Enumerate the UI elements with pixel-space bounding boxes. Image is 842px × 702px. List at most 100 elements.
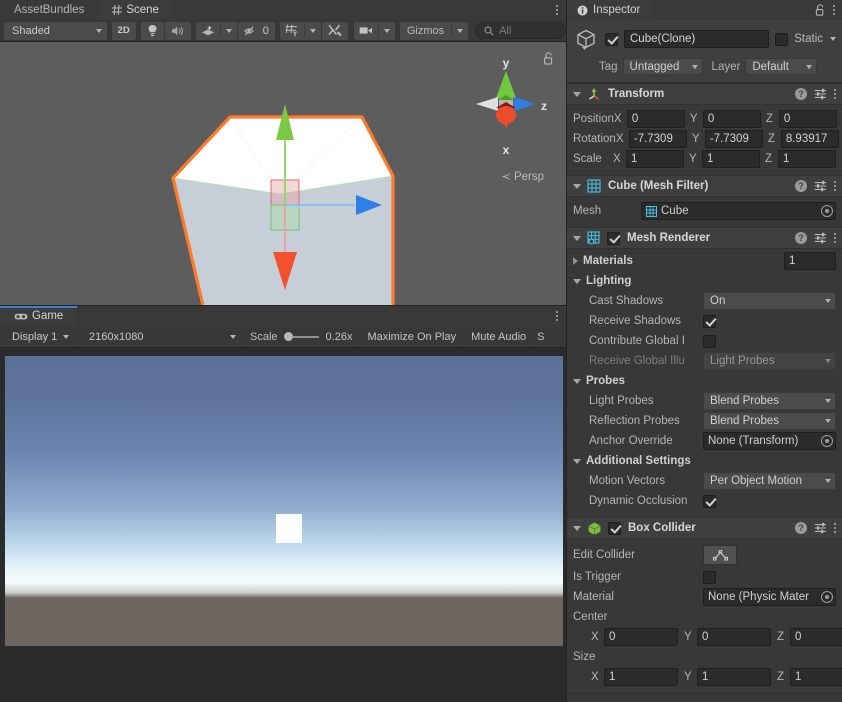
help-icon[interactable]: ? xyxy=(795,180,807,192)
shading-mode-dropdown[interactable]: Shaded xyxy=(4,21,107,40)
scene-audio-toggle[interactable] xyxy=(164,21,191,40)
foldout-icon[interactable] xyxy=(573,525,581,531)
inspector-menu-button[interactable] xyxy=(833,5,835,15)
foldout-icon[interactable] xyxy=(573,91,581,97)
component-header-transform[interactable]: Transform ? xyxy=(567,83,842,105)
toggle-2d-button[interactable]: 2D xyxy=(111,21,136,40)
help-icon[interactable]: ? xyxy=(795,232,807,244)
scene-grid-toggle[interactable] xyxy=(280,22,304,40)
edit-collider-button[interactable] xyxy=(703,545,737,565)
object-picker-icon[interactable] xyxy=(821,205,833,217)
reflection-probes-dropdown[interactable]: Blend Probes xyxy=(703,412,836,430)
scale-x-input[interactable]: 1 xyxy=(626,150,684,168)
component-menu-button[interactable] xyxy=(834,233,836,243)
component-menu-button[interactable] xyxy=(834,181,836,191)
center-x-input[interactable]: 0 xyxy=(604,628,678,646)
scene-cube-object[interactable] xyxy=(150,94,410,305)
tab-scene[interactable]: Scene xyxy=(98,0,173,20)
component-menu-button[interactable] xyxy=(834,89,836,99)
materials-row[interactable]: Materials 1 xyxy=(573,251,836,271)
object-picker-icon[interactable] xyxy=(821,435,833,447)
foldout-icon[interactable] xyxy=(573,235,581,241)
layer-dropdown[interactable]: Default xyxy=(745,58,818,75)
cast-shadows-dropdown[interactable]: On xyxy=(703,292,836,310)
game-viewport[interactable] xyxy=(0,348,566,702)
preset-icon[interactable] xyxy=(814,522,827,534)
is-trigger-checkbox[interactable] xyxy=(703,570,716,584)
size-x-input[interactable]: 1 xyxy=(604,668,678,686)
position-y-input[interactable]: 0 xyxy=(702,110,761,128)
component-menu-button[interactable] xyxy=(834,523,836,533)
game-tab-menu-button[interactable] xyxy=(548,306,566,326)
size-z-input[interactable]: 1 xyxy=(790,668,842,686)
box-collider-enabled-checkbox[interactable] xyxy=(608,521,621,535)
position-z-input[interactable]: 0 xyxy=(778,110,837,128)
mesh-object-field[interactable]: Cube xyxy=(641,202,836,220)
foldout-icon[interactable] xyxy=(573,458,581,464)
scene-search-input[interactable]: All xyxy=(475,22,566,39)
preset-icon[interactable] xyxy=(814,232,827,244)
scene-grid-dropdown[interactable] xyxy=(305,22,321,40)
scale-z-input[interactable]: 1 xyxy=(778,150,836,168)
scene-fx-dropdown[interactable] xyxy=(221,22,237,40)
chevron-down-icon[interactable] xyxy=(830,37,836,41)
scale-y-input[interactable]: 1 xyxy=(702,150,760,168)
foldout-icon[interactable] xyxy=(573,183,581,189)
foldout-icon[interactable] xyxy=(573,378,581,384)
help-icon[interactable]: ? xyxy=(795,522,807,534)
foldout-icon[interactable] xyxy=(573,278,581,284)
scene-tab-menu-button[interactable] xyxy=(548,0,566,20)
component-header-mesh-filter[interactable]: Cube (Mesh Filter) ? xyxy=(567,175,842,197)
collider-material-object-field[interactable]: None (Physic Mater xyxy=(703,588,836,606)
motion-vectors-dropdown[interactable]: Per Object Motion xyxy=(703,472,836,490)
gameobject-enabled-checkbox[interactable] xyxy=(605,32,618,46)
position-x-input[interactable]: 0 xyxy=(626,110,685,128)
tab-game[interactable]: Game xyxy=(0,306,78,326)
center-z-input[interactable]: 0 xyxy=(790,628,842,646)
rotation-x-input[interactable]: -7.7309 xyxy=(628,130,687,148)
gizmos-dropdown[interactable] xyxy=(452,22,468,40)
probes-section-header[interactable]: Probes xyxy=(573,371,836,391)
dynamic-occlusion-checkbox[interactable] xyxy=(703,494,716,508)
materials-count-input[interactable]: 1 xyxy=(784,252,836,270)
preset-icon[interactable] xyxy=(814,88,827,100)
mute-audio-button[interactable]: Mute Audio xyxy=(471,331,526,343)
scene-projection-label[interactable]: ≺ Persp xyxy=(502,170,544,183)
gameobject-name-input[interactable]: Cube(Clone) xyxy=(624,30,770,48)
tab-assetbundles[interactable]: AssetBundles xyxy=(0,0,98,20)
contribute-gi-checkbox[interactable] xyxy=(703,334,716,348)
gizmos-toggle[interactable]: Gizmos xyxy=(400,22,451,40)
foldout-icon[interactable] xyxy=(573,257,578,265)
scene-camera-dropdown[interactable] xyxy=(379,22,395,40)
scene-orientation-gizmo[interactable]: y z x xyxy=(460,50,552,160)
maximize-on-play-button[interactable]: Maximize On Play xyxy=(367,331,456,343)
center-y-input[interactable]: 0 xyxy=(697,628,771,646)
rotation-z-input[interactable]: 8.93917 xyxy=(780,130,839,148)
tag-dropdown[interactable]: Untagged xyxy=(622,58,703,75)
scene-tools-button[interactable] xyxy=(321,21,348,40)
anchor-override-object-field[interactable]: None (Transform) xyxy=(703,432,836,450)
lock-icon[interactable] xyxy=(815,4,825,16)
stats-button[interactable]: S xyxy=(537,331,544,343)
preset-icon[interactable] xyxy=(814,180,827,192)
scene-camera-toggle[interactable] xyxy=(354,22,378,40)
hidden-objects-toggle[interactable]: 0 xyxy=(237,21,275,40)
light-probes-dropdown[interactable]: Blend Probes xyxy=(703,392,836,410)
lighting-section-header[interactable]: Lighting xyxy=(573,271,836,291)
scene-fx-toggle[interactable] xyxy=(196,22,220,40)
object-picker-icon[interactable] xyxy=(821,591,833,603)
mesh-renderer-enabled-checkbox[interactable] xyxy=(607,231,620,245)
rotation-y-input[interactable]: -7.7309 xyxy=(704,130,763,148)
component-header-box-collider[interactable]: Box Collider ? xyxy=(567,517,842,539)
help-icon[interactable]: ? xyxy=(795,88,807,100)
scene-viewport[interactable]: y z x ≺ Persp xyxy=(0,42,566,306)
scale-slider[interactable] xyxy=(283,332,319,341)
scene-lighting-toggle[interactable] xyxy=(140,21,164,40)
additional-settings-header[interactable]: Additional Settings xyxy=(573,451,836,471)
tab-inspector[interactable]: Inspector xyxy=(567,0,651,20)
resolution-dropdown[interactable]: 2160x1080 xyxy=(81,328,241,346)
display-dropdown[interactable]: Display 1 xyxy=(4,328,74,346)
static-checkbox[interactable] xyxy=(775,32,789,46)
size-y-input[interactable]: 1 xyxy=(697,668,771,686)
component-header-mesh-renderer[interactable]: Mesh Renderer ? xyxy=(567,227,842,249)
